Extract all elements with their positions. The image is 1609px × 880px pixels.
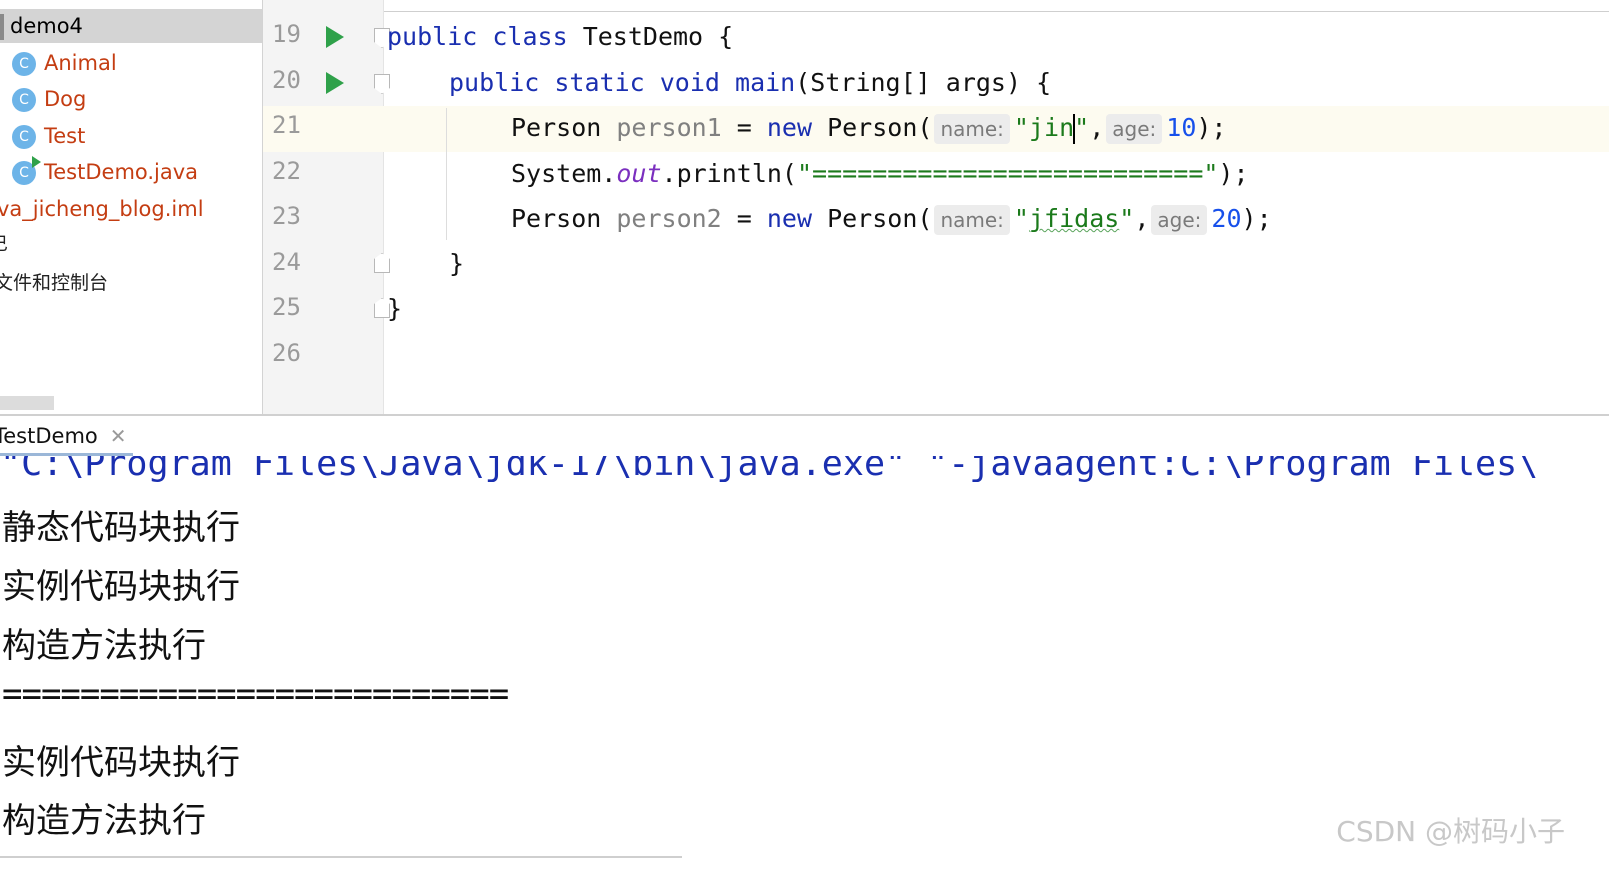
tree-item-label: Test — [44, 124, 86, 148]
folder-marker — [0, 14, 4, 40]
run-main-icon[interactable] — [326, 72, 344, 94]
typo-string-literal: jfidas — [1028, 204, 1120, 233]
console-output-line: ========================== — [2, 674, 509, 714]
type-name: Person — [511, 204, 617, 233]
tree-item-animal[interactable]: C Animal — [12, 46, 117, 80]
line-number: 20 — [272, 66, 301, 94]
type-name: Person — [511, 113, 617, 142]
punctuation: ); — [1218, 159, 1249, 188]
keyword: new — [766, 204, 813, 233]
string-literal: "jin — [1013, 113, 1075, 142]
operator: = — [721, 204, 767, 233]
editor-top-divider — [384, 11, 1609, 12]
line-number: 23 — [272, 202, 301, 230]
keyword: class — [492, 22, 568, 51]
line-number: 25 — [272, 293, 301, 321]
code-line-20: public static void main(String[] args) { — [449, 63, 1051, 103]
run-tab-label: TestDemo — [0, 424, 98, 448]
console-command-line: "C:\Program Files\Java\jdk-17\bin\java.e… — [0, 456, 1539, 484]
punctuation: ); — [1196, 113, 1227, 142]
string-literal: " — [1119, 204, 1135, 233]
indent-guide — [446, 108, 447, 240]
console-output-line: 构造方法执行 — [2, 626, 206, 666]
string-literal: "==========================" — [796, 159, 1219, 188]
code-line-24: } — [449, 244, 464, 284]
class-ref: System. — [511, 159, 617, 188]
class-icon: C — [12, 88, 36, 112]
run-tab-testdemo[interactable]: TestDemo ✕ — [0, 416, 133, 456]
line-number: 26 — [272, 339, 301, 367]
tree-item-dog[interactable]: C Dog — [12, 82, 86, 116]
param-hint: age: — [1106, 114, 1163, 144]
tree-item-scratches[interactable]: 文件和控制台 — [0, 266, 108, 300]
param-hint: name: — [934, 114, 1010, 144]
constructor-call: Person( — [812, 113, 933, 142]
tree-item-label: 文件和控制台 — [0, 272, 109, 294]
code-text: TestDemo { — [567, 22, 734, 51]
watermark: CSDN @树码小子 — [1336, 815, 1565, 848]
param-hint: name: — [934, 205, 1010, 235]
console-output-line: 静态代码块执行 — [2, 508, 240, 548]
variable: person2 — [616, 204, 722, 233]
tree-item-label: demo4 — [10, 14, 83, 38]
static-field: out — [616, 159, 662, 188]
closing-brace: } — [449, 249, 465, 278]
code-line-25: } — [387, 289, 402, 329]
keyword: public — [449, 68, 540, 97]
keyword: void — [659, 68, 720, 97]
constructor-call: Person( — [812, 204, 933, 233]
bottom-rule — [0, 856, 682, 858]
code-line-19: public class TestDemo { — [387, 17, 733, 57]
console-output-line: 构造方法执行 — [2, 801, 206, 841]
tree-item-label: va_jicheng_blog.iml — [0, 197, 204, 221]
code-text: (String[] args) { — [795, 68, 1052, 97]
line-number: 21 — [272, 111, 301, 139]
run-tab-bar: TestDemo ✕ — [0, 416, 1609, 456]
code-line-21: Person person1 = new Person(name: "jin", a… — [511, 108, 1226, 148]
tree-item-iml[interactable]: va_jicheng_blog.iml — [0, 192, 204, 226]
class-run-icon: C — [12, 156, 41, 185]
punctuation: , — [1134, 204, 1150, 233]
class-icon: C — [12, 52, 36, 76]
keyword: static — [554, 68, 645, 97]
tree-item-label: ⺒ — [0, 234, 8, 255]
number-literal: 10 — [1166, 113, 1197, 142]
project-tree-panel: demo4 C Animal C Dog C Test C TestDemo.java … — [0, 0, 263, 414]
tree-item-label: TestDemo.java — [44, 160, 199, 184]
line-number: 22 — [272, 157, 301, 185]
run-class-icon[interactable] — [326, 26, 344, 48]
variable: person1 — [616, 113, 722, 142]
code-line-23: Person person2 = new Person(name: "jfidas… — [511, 199, 1272, 239]
param-hint: age: — [1151, 205, 1208, 235]
string-literal: " — [1013, 204, 1029, 233]
line-number: 24 — [272, 248, 301, 276]
code-line-22: System.out.println("====================… — [511, 154, 1249, 194]
tree-item-partial[interactable]: ⺒ — [0, 228, 8, 262]
number-literal: 20 — [1211, 204, 1242, 233]
keyword: public — [387, 22, 478, 51]
operator: = — [721, 113, 767, 142]
method-name: main — [735, 68, 796, 97]
tree-item-testdemo[interactable]: C TestDemo.java — [12, 155, 198, 189]
close-icon[interactable]: ✕ — [110, 424, 127, 448]
method-call: .println( — [661, 159, 797, 188]
line-number: 19 — [272, 20, 301, 48]
horizontal-scrollbar-thumb[interactable] — [0, 396, 54, 410]
punctuation: , — [1089, 113, 1105, 142]
punctuation: ); — [1241, 204, 1272, 233]
tree-item-label: Dog — [44, 87, 87, 111]
tree-item-demo4[interactable]: demo4 — [0, 9, 262, 43]
console-output-line: 实例代码块执行 — [2, 567, 240, 607]
tree-item-test[interactable]: C Test — [12, 119, 85, 153]
keyword: new — [766, 113, 813, 142]
class-icon: C — [12, 125, 36, 149]
string-literal: " — [1074, 113, 1090, 142]
console-output-line: 实例代码块执行 — [2, 743, 240, 783]
closing-brace: } — [387, 294, 403, 323]
tree-item-label: Animal — [44, 51, 117, 75]
